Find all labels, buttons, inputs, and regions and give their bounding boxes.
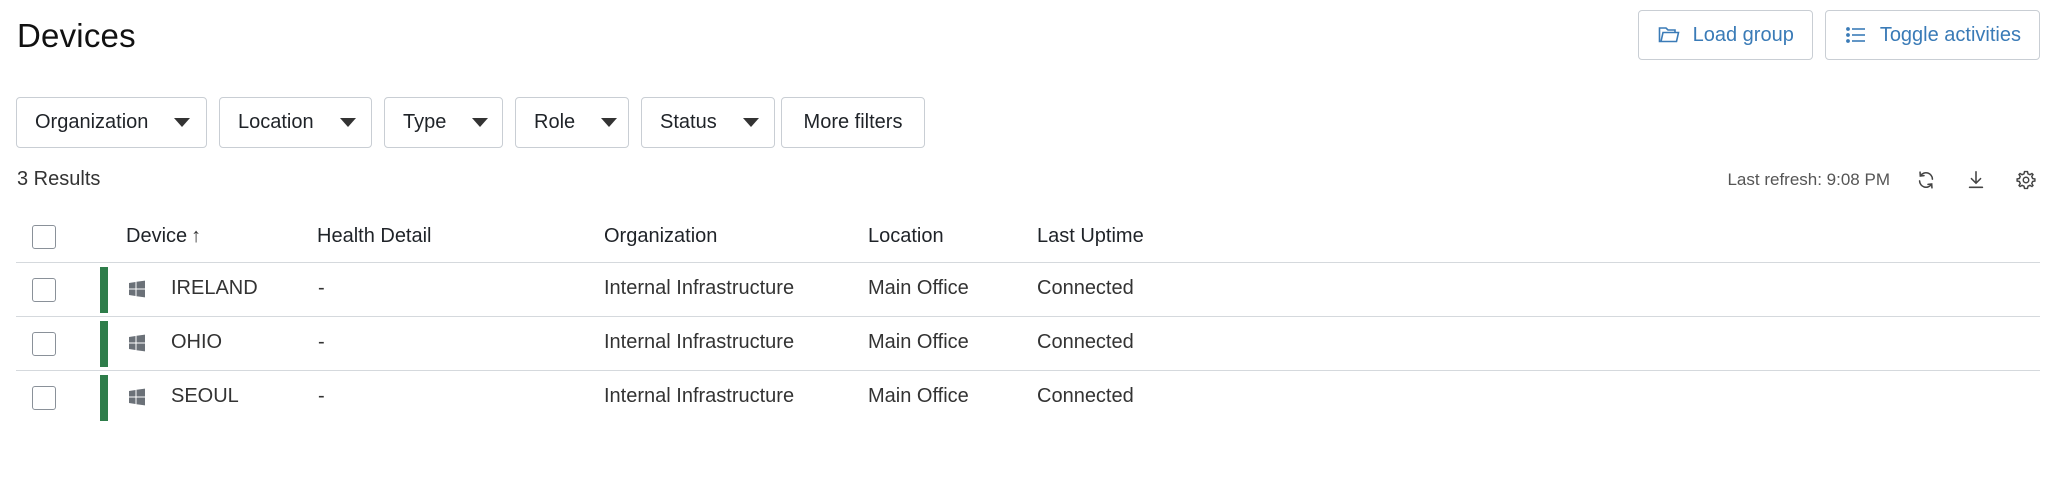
table-row[interactable]: SEOUL - Internal Infrastructure Main Off… [16,371,2040,425]
device-name[interactable]: SEOUL [171,385,239,408]
table-row[interactable]: OHIO - Internal Infrastructure Main Offi… [16,317,2040,371]
column-label: Device [126,225,188,247]
toggle-activities-button[interactable]: Toggle activities [1824,10,2040,60]
location: Main Office [868,385,969,407]
table-toolbar: Last refresh: 9:08 PM [1727,166,2040,194]
health-detail: - [318,277,325,299]
filter-label: Location [238,111,314,133]
page-title: Devices [17,17,136,54]
filter-type[interactable]: Type [384,97,503,148]
filter-bar: Organization Location Type Role Status M… [16,97,925,148]
column-header-health-detail[interactable]: Health Detail [317,225,432,248]
organization: Internal Infrastructure [604,385,795,407]
header-actions: Load group Toggle activities [1637,10,2040,60]
last-uptime: Connected [1037,331,1134,353]
filter-label: Type [403,111,447,133]
last-uptime: Connected [1037,385,1134,407]
filter-status[interactable]: Status [641,97,775,148]
windows-icon [129,388,145,406]
more-filters-button[interactable]: More filters [781,97,925,148]
caret-down-icon [174,118,191,127]
row-checkbox[interactable] [32,386,56,410]
location: Main Office [868,331,969,353]
windows-icon [129,280,145,298]
devices-table: Device ↑ Health Detail Organization Locat… [16,212,2040,425]
status-indicator [100,375,108,421]
organization: Internal Infrastructure [604,331,795,353]
filter-label: Role [534,111,576,133]
table-row[interactable]: IRELAND - Internal Infrastructure Main O… [16,263,2040,317]
load-group-button[interactable]: Load group [1637,10,1813,60]
column-header-device[interactable]: Device ↑ [126,225,201,248]
column-header-location[interactable]: Location [868,225,944,248]
sort-ascending-icon: ↑ [191,225,202,247]
table-header: Device ↑ Health Detail Organization Locat… [16,212,2040,263]
status-indicator [100,321,108,367]
column-header-organization[interactable]: Organization [604,225,717,248]
gear-icon[interactable] [2012,166,2040,194]
caret-down-icon [601,118,618,127]
toggle-activities-label: Toggle activities [1879,23,2021,46]
health-detail: - [318,331,325,353]
results-count: 3 Results [17,168,101,190]
status-indicator [100,267,108,313]
caret-down-icon [742,118,759,127]
filter-organization[interactable]: Organization [16,97,207,148]
select-all-checkbox[interactable] [32,225,56,249]
caret-down-icon [339,118,356,127]
row-checkbox[interactable] [32,332,56,356]
column-header-last-uptime[interactable]: Last Uptime [1037,225,1144,248]
last-refresh-text: Last refresh: 9:08 PM [1727,170,1890,189]
row-checkbox[interactable] [32,278,56,302]
load-group-label: Load group [1692,23,1794,46]
last-uptime: Connected [1037,277,1134,299]
windows-icon [129,334,145,352]
filter-label: More filters [803,111,903,133]
list-icon [1845,27,1865,43]
organization: Internal Infrastructure [604,277,795,299]
folder-icon [1658,27,1680,43]
caret-down-icon [472,118,489,127]
filter-role[interactable]: Role [515,97,629,148]
filter-label: Organization [35,111,149,133]
device-name[interactable]: OHIO [171,331,222,354]
location: Main Office [868,277,969,299]
refresh-icon[interactable] [1912,166,1940,194]
device-name[interactable]: IRELAND [171,277,258,300]
filter-label: Status [660,111,717,133]
download-icon[interactable] [1962,166,1990,194]
filter-location[interactable]: Location [219,97,372,148]
health-detail: - [318,385,325,407]
